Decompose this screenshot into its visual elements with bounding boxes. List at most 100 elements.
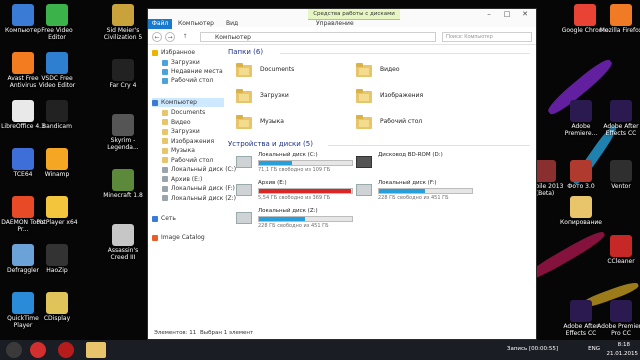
- devices-group-header[interactable]: Устройства и диски (5): [228, 140, 313, 148]
- libreoffice-icon: [12, 100, 34, 122]
- desktop-shortcut-label: CDisplay: [43, 315, 71, 322]
- nav-item-label: Архив (E:): [171, 175, 203, 183]
- drive-item[interactable]: Локальный диск (C:) 71,1 ГБ свободно из 1…: [236, 152, 356, 178]
- nav-computer-item[interactable]: Изображения: [162, 137, 214, 146]
- forward-button[interactable]: →: [165, 32, 175, 42]
- recording-indicator[interactable]: Запись [00:00:55]: [507, 346, 558, 352]
- taskbar-opera-icon[interactable]: [30, 342, 46, 358]
- start-button[interactable]: [6, 342, 22, 358]
- desktop-shortcut[interactable]: Adobe Premiere Pro CC: [596, 300, 640, 337]
- back-button[interactable]: ←: [152, 32, 162, 42]
- drive-usage-bar: [258, 188, 353, 194]
- folder-icon: [236, 88, 252, 104]
- folder-item[interactable]: Загрузки: [236, 86, 356, 110]
- status-bar: Элементов: 11 Выбран 1 элемент: [148, 327, 536, 339]
- nav-favorite-item[interactable]: Недавние места: [162, 67, 223, 76]
- tab-computer[interactable]: Компьютер: [178, 19, 214, 29]
- network-icon: [152, 215, 158, 222]
- nav-computer-item[interactable]: Локальный диск (F:): [162, 184, 235, 193]
- nav-item-label: Компьютер: [161, 99, 197, 106]
- clock-time[interactable]: 8:18: [618, 342, 630, 348]
- tab-file[interactable]: Файл: [148, 19, 172, 29]
- nav-computer[interactable]: Компьютер: [152, 98, 224, 107]
- desktop-shortcut-label: PotPlayer x64: [36, 219, 78, 226]
- folder-item[interactable]: Рабочий стол: [356, 112, 476, 136]
- drive-item[interactable]: Локальный диск (Z:) 228 ГБ свободно из 45…: [236, 208, 356, 234]
- address-field[interactable]: Компьютер: [200, 32, 436, 42]
- nav-network[interactable]: Сеть: [152, 214, 176, 223]
- drive-usage-fill: [259, 161, 292, 165]
- nav-favorite-item[interactable]: Рабочий стол: [162, 76, 213, 85]
- desktop-shortcut[interactable]: Assassin's Creed III: [98, 224, 148, 261]
- folder-icon: [236, 62, 252, 78]
- nav-item-label: Загрузки: [171, 128, 200, 135]
- taskbar-explorer-icon[interactable]: [86, 342, 106, 358]
- contextual-tab-title: Средства работы с дисками: [308, 9, 400, 19]
- desktop-shortcut-label: Adobe After Effects CC: [603, 123, 639, 137]
- tab-manage[interactable]: Управление: [316, 19, 354, 29]
- nav-computer-item[interactable]: Музыка: [162, 146, 195, 155]
- folder-item[interactable]: Изображения: [356, 86, 476, 110]
- firefox-icon: [610, 4, 632, 26]
- explorer-window: Средства работы с дисками – □ ✕ Файл Ком…: [147, 8, 537, 340]
- cdisplay-icon: [46, 292, 68, 314]
- tce-icon: [12, 148, 34, 170]
- nav-computer-item[interactable]: Локальный диск (Z:): [162, 194, 236, 203]
- skyrim-icon: [112, 114, 134, 136]
- status-selected: Выбран 1 элемент: [200, 330, 254, 336]
- breadcrumb-computer[interactable]: Компьютер: [215, 34, 251, 41]
- folder-item[interactable]: Музыка: [236, 112, 356, 136]
- folders-group-header[interactable]: Папки (6): [228, 48, 263, 56]
- search-input[interactable]: [442, 32, 532, 42]
- optical-drive-item[interactable]: Дисковод BD-ROM (D:): [356, 152, 476, 178]
- desktop-shortcut[interactable]: Free Video Editor: [32, 4, 82, 41]
- nav-computer-item[interactable]: Documents: [162, 108, 205, 117]
- status-count: Элементов: 11: [154, 330, 197, 336]
- nav-computer-item[interactable]: Видео: [162, 118, 191, 127]
- desktop-shortcut[interactable]: CCleaner: [596, 235, 640, 265]
- civ5-icon: [112, 4, 134, 26]
- tab-view[interactable]: Вид: [226, 19, 238, 29]
- desktop-shortcut[interactable]: HaoZip: [32, 244, 82, 274]
- vsdc-icon: [46, 52, 68, 74]
- nav-computer-item[interactable]: Загрузки: [162, 127, 200, 136]
- desktop-shortcut[interactable]: VSDC Free Video Editor: [32, 52, 82, 89]
- optical-drive-icon: [356, 156, 372, 168]
- up-button[interactable]: ↑: [180, 32, 190, 42]
- desktop-shortcut[interactable]: PotPlayer x64: [32, 196, 82, 226]
- nav-computer-item[interactable]: Архив (E:): [162, 175, 202, 184]
- nav-favorite-item[interactable]: Загрузки: [162, 58, 200, 67]
- folder-icon: [162, 109, 168, 116]
- maximize-button[interactable]: □: [498, 9, 516, 19]
- folder-item[interactable]: Видео: [356, 60, 476, 84]
- nav-computer-item[interactable]: Локальный диск (C:): [162, 165, 236, 174]
- desktop-shortcut[interactable]: CDisplay: [32, 292, 82, 322]
- nav-item-label: Загрузки: [171, 59, 200, 66]
- nav-favorites[interactable]: Избранное: [152, 48, 195, 57]
- desktop-shortcut[interactable]: Bandicam: [32, 100, 82, 130]
- folder-item[interactable]: Documents: [236, 60, 356, 84]
- desktop-shortcut-label: HaoZip: [46, 267, 68, 274]
- close-button[interactable]: ✕: [516, 9, 534, 19]
- clock-date[interactable]: 21.01.2015: [607, 351, 639, 357]
- desktop-shortcut[interactable]: Копирование: [556, 196, 606, 226]
- nav-image-catalog[interactable]: Image Catalog: [152, 233, 205, 242]
- drive-item[interactable]: Архив (E:) 5,54 ГБ свободно из 369 ГБ: [236, 180, 356, 206]
- folder-icon: [162, 147, 168, 154]
- desktop-shortcut[interactable]: Winamp: [32, 148, 82, 178]
- desktop-shortcut[interactable]: Far Cry 4: [98, 59, 148, 89]
- desktop-shortcut[interactable]: Sid Meier's Civilization 5: [98, 4, 148, 41]
- desktop-shortcut[interactable]: Mozilla Firefox: [596, 4, 640, 34]
- drive-item[interactable]: Локальный диск (F:) 228 ГБ свободно из 45…: [356, 180, 476, 206]
- desktop-shortcut[interactable]: Adobe After Effects CC: [596, 100, 640, 137]
- minimize-button[interactable]: –: [480, 9, 498, 19]
- minecraft-icon: [112, 169, 134, 191]
- drive-usage-fill: [259, 217, 305, 221]
- language-indicator[interactable]: ENG: [588, 346, 600, 352]
- nav-item-label: Рабочий стол: [171, 77, 214, 84]
- desktop-shortcut[interactable]: Ventor: [596, 160, 640, 190]
- nav-computer-item[interactable]: Рабочий стол: [162, 156, 213, 165]
- desktop-shortcut[interactable]: Minecraft 1.8: [98, 169, 148, 199]
- desktop-shortcut[interactable]: Skyrim - Legenda...: [98, 114, 148, 151]
- taskbar-record-icon[interactable]: [58, 342, 74, 358]
